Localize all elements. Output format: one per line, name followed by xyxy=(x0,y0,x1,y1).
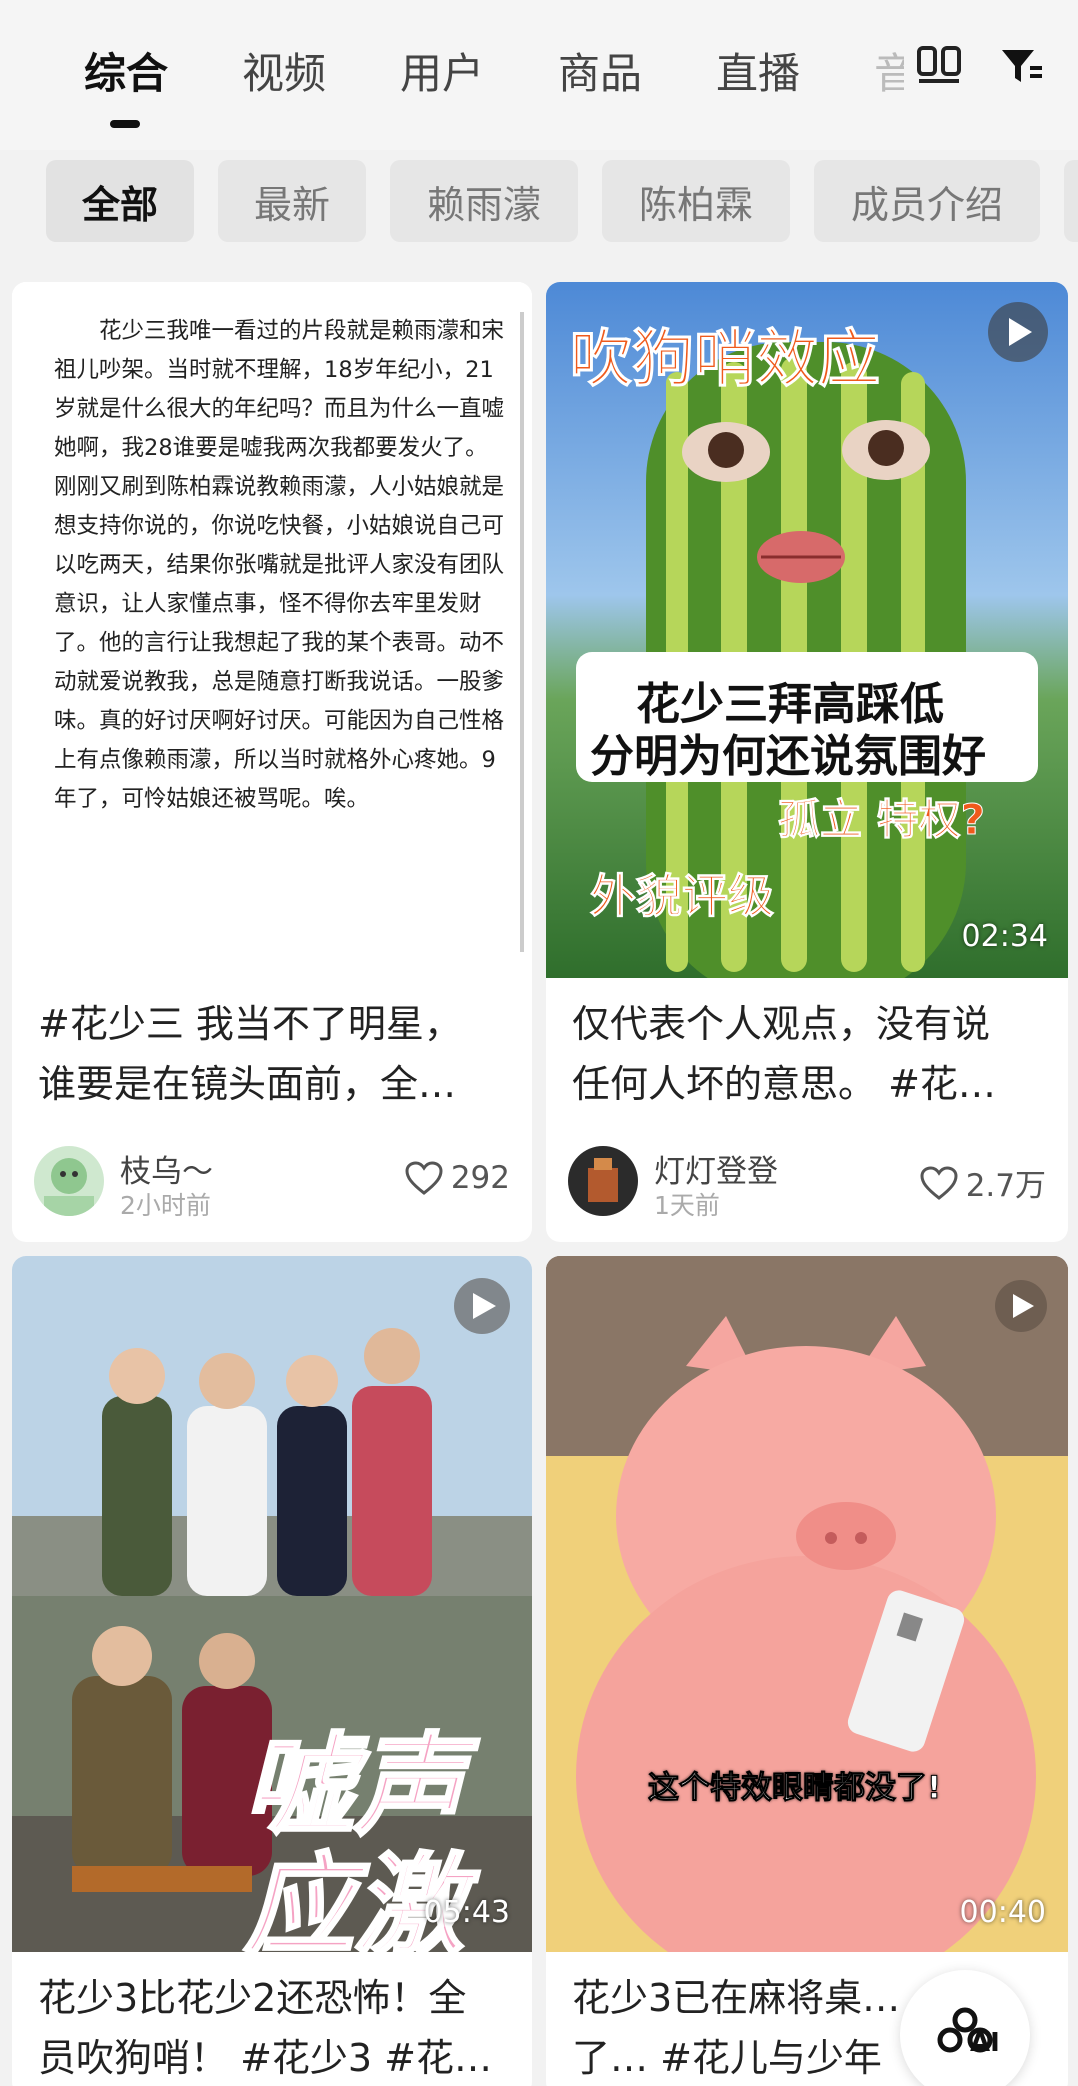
tab-live[interactable]: 直播 xyxy=(716,40,800,101)
video-thumbnail[interactable]: 吹狗哨效应 花少三拜高踩低 分明为何还说氛围好 孤立 特权? 外貌评级 02:3… xyxy=(546,282,1068,978)
chip-member-intro[interactable]: 成员介绍 xyxy=(814,160,1040,242)
video-thumbnail[interactable]: 嘘声 应激 05:43 xyxy=(12,1256,532,1952)
tab-music[interactable]: 音 xyxy=(874,40,904,101)
text-post-content: 花少三我唯一看过的片段就是赖雨濛和宋祖儿吵架。当时就不理解，18岁年纪小，21岁… xyxy=(12,282,532,982)
avatar[interactable] xyxy=(568,1146,638,1216)
card-title: 仅代表个人观点，没有说 任何人坏的意思。 #花… xyxy=(572,994,1042,1114)
overlay-headline: 应激 xyxy=(243,1841,466,1953)
video-duration: 02:34 xyxy=(961,919,1048,954)
card-title: #花少三 我当不了明星， 谁要是在镜头面前，全… xyxy=(38,994,506,1114)
chip-chen-bolin[interactable]: 陈柏霖 xyxy=(602,160,790,242)
card-meta: 灯灯登登 1天前 2.7万 xyxy=(568,1146,1046,1220)
like-count: 2.7万 xyxy=(965,1168,1046,1204)
author-name[interactable]: 灯灯登登 xyxy=(654,1146,778,1191)
overlay-tag: 孤立 特权? xyxy=(778,795,986,845)
heart-icon xyxy=(405,1161,443,1195)
chip-latest[interactable]: 最新 xyxy=(218,160,366,242)
post-card-video[interactable]: 嘘声 应激 05:43 花少3比花少2还恐怖！全 员吹狗哨！ #花少3 #花… xyxy=(12,1256,532,2086)
card-title: 花少3比花少2还恐怖！全 员吹狗哨！ #花少3 #花… xyxy=(38,1968,506,2086)
post-card-video[interactable]: 吹狗哨效应 花少三拜高踩低 分明为何还说氛围好 孤立 特权? 外貌评级 02:3… xyxy=(546,282,1068,1242)
overlay-tag: 外貌评级 xyxy=(590,869,775,924)
post-body-text: 花少三我唯一看过的片段就是赖雨濛和宋祖儿吵架。当时就不理解，18岁年纪小，21岁… xyxy=(54,318,505,812)
filter-icon[interactable] xyxy=(1000,44,1044,88)
like-count: 292 xyxy=(450,1160,510,1196)
card-title-line: #花少三 我当不了明星， xyxy=(38,1002,462,1046)
card-title-line: 员吹狗哨！ #花少3 #花… xyxy=(38,2036,493,2080)
tab-products[interactable]: 商品 xyxy=(558,40,642,101)
like-button[interactable]: 2.7万 xyxy=(920,1160,1046,1205)
card-title-line: 任何人坏的意思。 #花… xyxy=(572,1062,996,1106)
tab-video[interactable]: 视频 xyxy=(242,40,326,101)
video-thumbnail[interactable]: 这个特效眼睛都没了! 00:40 xyxy=(546,1256,1068,1952)
video-duration: 05:43 xyxy=(423,1895,510,1930)
like-button[interactable]: 292 xyxy=(405,1160,510,1196)
card-title-line: 仅代表个人观点，没有说 xyxy=(572,1002,991,1046)
card-title-line: 谁要是在镜头面前，全… xyxy=(38,1062,457,1106)
ai-label: AI xyxy=(970,2028,1000,2058)
overlay-caption: 分明为何还说氛围好 xyxy=(590,731,986,782)
post-card-text[interactable]: 花少三我唯一看过的片段就是赖雨濛和宋祖儿吵架。当时就不理解，18岁年纪小，21岁… xyxy=(12,282,532,1242)
post-time: 2小时前 xyxy=(120,1191,211,1220)
search-tab-bar: 综合 视频 用户 商品 直播 音 xyxy=(0,0,1078,150)
video-caption: 这个特效眼睛都没了! xyxy=(647,1770,942,1807)
avatar[interactable] xyxy=(34,1146,104,1216)
scrollbar xyxy=(520,312,524,952)
author-name[interactable]: 枝乌～ xyxy=(120,1146,213,1191)
chip-more[interactable] xyxy=(1064,160,1078,242)
grid-view-icon[interactable] xyxy=(917,44,961,84)
video-duration: 00:40 xyxy=(959,1895,1046,1930)
tab-comprehensive[interactable]: 综合 xyxy=(84,40,168,101)
overlay-headline: 吹狗哨效应 xyxy=(569,322,881,396)
chip-lai-yumeng[interactable]: 赖雨濛 xyxy=(390,160,578,242)
heart-icon xyxy=(920,1165,958,1200)
post-card-video[interactable]: 这个特效眼睛都没了! 00:40 花少3已在麻将桌… 了… #花儿与少年 xyxy=(546,1256,1068,2086)
active-tab-indicator xyxy=(110,120,140,128)
post-time: 1天前 xyxy=(654,1191,720,1220)
tab-users[interactable]: 用户 xyxy=(400,40,484,101)
card-meta: 枝乌～ 2小时前 292 xyxy=(34,1146,510,1220)
chip-all[interactable]: 全部 xyxy=(46,160,194,242)
card-title-line: 花少3比花少2还恐怖！全 xyxy=(38,1976,467,2020)
